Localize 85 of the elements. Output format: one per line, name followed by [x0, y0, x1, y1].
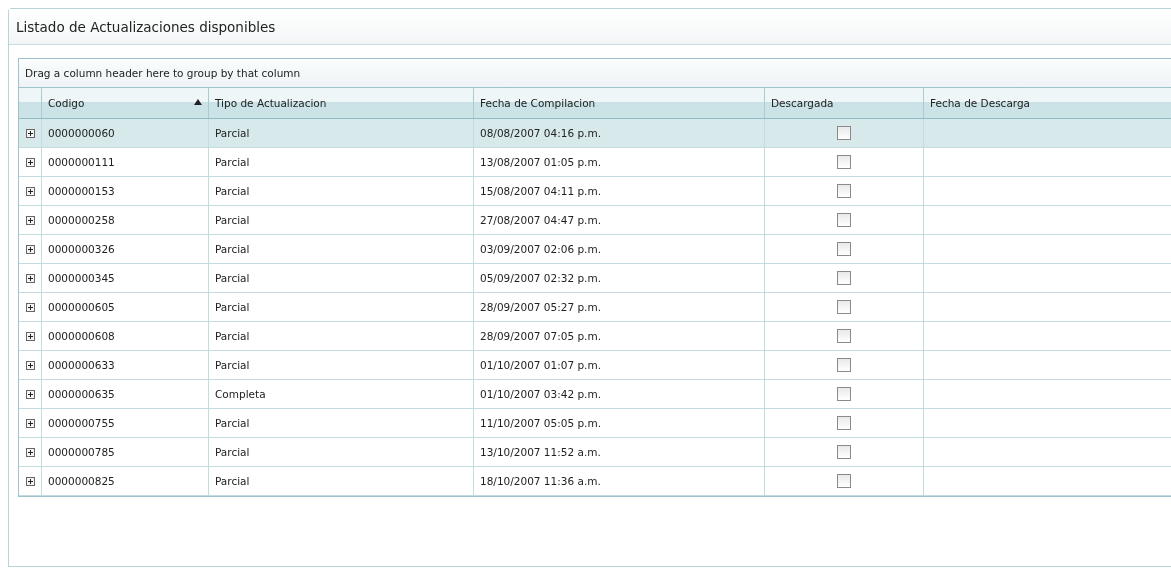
column-header[interactable]: Descargada [764, 88, 923, 118]
expand-icon[interactable] [25, 447, 35, 457]
table-cell: 0000000345 [41, 264, 208, 292]
table-cell: 0000000111 [41, 148, 208, 176]
panel-title: Listado de Actualizaciones disponibles [9, 9, 1171, 45]
table-cell: Completa [208, 380, 473, 408]
table-cell: 13/08/2007 01:05 p.m. [473, 148, 764, 176]
expand-icon[interactable] [25, 476, 35, 486]
expand-icon[interactable] [25, 244, 35, 254]
table-row[interactable]: 0000000153 Parcial 15/08/2007 04:11 p.m. [19, 177, 1171, 206]
checkbox[interactable] [837, 271, 851, 285]
expand-icon[interactable] [25, 389, 35, 399]
table-cell: 27/08/2007 04:47 p.m. [473, 206, 764, 234]
table-row[interactable]: 0000000605 Parcial 28/09/2007 05:27 p.m. [19, 293, 1171, 322]
table-row[interactable]: 0000000785 Parcial 13/10/2007 11:52 a.m. [19, 438, 1171, 467]
table-cell: 11/10/2007 05:05 p.m. [473, 409, 764, 437]
checkbox[interactable] [837, 242, 851, 256]
table-row[interactable]: 0000000345 Parcial 05/09/2007 02:32 p.m. [19, 264, 1171, 293]
checkbox[interactable] [837, 184, 851, 198]
column-header[interactable]: Tipo de Actualizacion [208, 88, 473, 118]
table-row[interactable]: 0000000633 Parcial 01/10/2007 01:07 p.m. [19, 351, 1171, 380]
table-cell: 01/10/2007 03:42 p.m. [473, 380, 764, 408]
table-cell: 28/09/2007 05:27 p.m. [473, 293, 764, 321]
table-row[interactable]: 0000000755 Parcial 11/10/2007 05:05 p.m. [19, 409, 1171, 438]
column-header[interactable]: Fecha de Descarga [923, 88, 1167, 118]
table-cell: 01/10/2007 01:07 p.m. [473, 351, 764, 379]
table-row[interactable]: 0000000258 Parcial 27/08/2007 04:47 p.m. [19, 206, 1171, 235]
table-cell: 0000000060 [41, 119, 208, 147]
table-cell: Parcial [208, 264, 473, 292]
column-header[interactable]: Fecha de Compilacion [473, 88, 764, 118]
expand-icon[interactable] [25, 273, 35, 283]
checkbox[interactable] [837, 126, 851, 140]
table-cell: 0000000633 [41, 351, 208, 379]
expand-icon[interactable] [25, 418, 35, 428]
table-cell: 28/09/2007 07:05 p.m. [473, 322, 764, 350]
table-cell: Parcial [208, 409, 473, 437]
table-cell: 0000000326 [41, 235, 208, 263]
table-cell: 0000000755 [41, 409, 208, 437]
expand-icon[interactable] [25, 302, 35, 312]
checkbox[interactable] [837, 358, 851, 372]
checkbox[interactable] [837, 213, 851, 227]
table-cell: 0000000825 [41, 467, 208, 495]
expand-icon[interactable] [25, 157, 35, 167]
checkbox[interactable] [837, 300, 851, 314]
table-cell: 0000000153 [41, 177, 208, 205]
column-header[interactable]: Codigo [41, 88, 208, 118]
table-cell: 0000000635 [41, 380, 208, 408]
table-cell: 0000000785 [41, 438, 208, 466]
checkbox[interactable] [837, 445, 851, 459]
table-row[interactable]: 0000000825 Parcial 18/10/2007 11:36 a.m. [19, 467, 1171, 496]
table-cell: 0000000258 [41, 206, 208, 234]
table-cell: Parcial [208, 351, 473, 379]
table-row[interactable]: 0000000060 Parcial 08/08/2007 04:16 p.m. [19, 119, 1171, 148]
table-cell: Parcial [208, 322, 473, 350]
checkbox[interactable] [837, 387, 851, 401]
checkbox[interactable] [837, 155, 851, 169]
table-cell: Parcial [208, 206, 473, 234]
checkbox[interactable] [837, 416, 851, 430]
group-by-area[interactable]: Drag a column header here to group by that column [19, 59, 1171, 88]
table-cell: 0000000608 [41, 322, 208, 350]
expand-icon[interactable] [25, 128, 35, 138]
table-cell: 0000000605 [41, 293, 208, 321]
table-cell: 03/09/2007 02:06 p.m. [473, 235, 764, 263]
table-row[interactable]: 0000000635 Completa 01/10/2007 03:42 p.m. [19, 380, 1171, 409]
table-cell: Parcial [208, 177, 473, 205]
table-cell: 05/09/2007 02:32 p.m. [473, 264, 764, 292]
table-row[interactable]: 0000000111 Parcial 13/08/2007 01:05 p.m. [19, 148, 1171, 177]
table-cell: 08/08/2007 04:16 p.m. [473, 119, 764, 147]
table-row[interactable]: 0000000608 Parcial 28/09/2007 07:05 p.m. [19, 322, 1171, 351]
checkbox[interactable] [837, 474, 851, 488]
table-cell: Parcial [208, 438, 473, 466]
table-cell: Parcial [208, 235, 473, 263]
table-row[interactable]: 0000000326 Parcial 03/09/2007 02:06 p.m. [19, 235, 1171, 264]
expand-icon[interactable] [25, 186, 35, 196]
table-cell: Parcial [208, 148, 473, 176]
table-cell: Parcial [208, 293, 473, 321]
checkbox[interactable] [837, 329, 851, 343]
table-cell: Parcial [208, 467, 473, 495]
table-cell: 15/08/2007 04:11 p.m. [473, 177, 764, 205]
table-cell: 13/10/2007 11:52 a.m. [473, 438, 764, 466]
expand-icon[interactable] [25, 215, 35, 225]
expand-icon[interactable] [25, 360, 35, 370]
expand-icon[interactable] [25, 331, 35, 341]
table-cell: Parcial [208, 119, 473, 147]
table-cell: 18/10/2007 11:36 a.m. [473, 467, 764, 495]
